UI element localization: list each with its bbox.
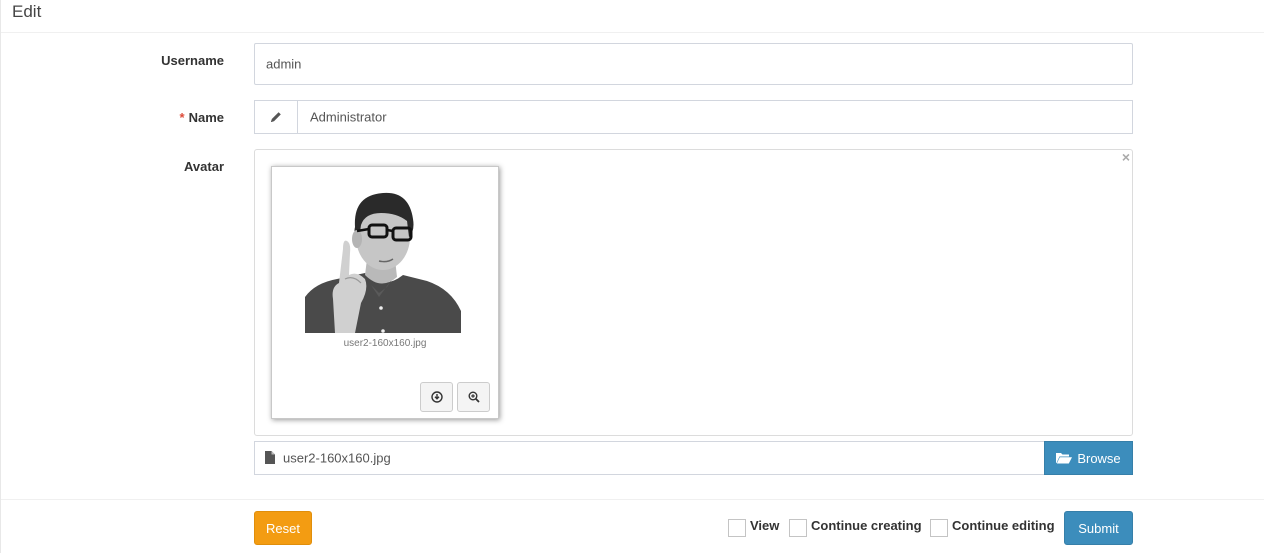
close-icon[interactable]: × (1122, 150, 1130, 164)
username-input[interactable]: admin (254, 43, 1133, 85)
avatar-thumbnail-frame: user2-160x160.jpg (271, 166, 499, 419)
avatar-label: Avatar (1, 159, 224, 174)
zoom-in-icon (468, 391, 480, 403)
required-mark: * (179, 110, 185, 125)
name-addon (255, 101, 298, 133)
name-input-group: Administrator (254, 100, 1133, 134)
browse-label: Browse (1077, 450, 1121, 466)
footer-divider (1, 499, 1264, 500)
pencil-icon (271, 112, 281, 122)
username-label: Username (1, 53, 224, 68)
avatar-caption: user2-160x160.jpg (343, 338, 427, 349)
file-name: user2-160x160.jpg (283, 450, 391, 466)
name-label: * Name (1, 110, 224, 125)
download-button[interactable] (420, 382, 453, 412)
page-title: Edit (12, 2, 42, 21)
zoom-button[interactable] (457, 382, 490, 412)
name-value: Administrator (310, 109, 387, 125)
file-icon (265, 451, 275, 464)
checkbox-label: Continue editing (952, 517, 1055, 533)
name-label-text: Name (188, 110, 224, 125)
username-value: admin (266, 56, 302, 72)
browse-button[interactable]: Browse (1044, 441, 1133, 475)
checkbox-box[interactable] (728, 519, 746, 537)
download-icon (430, 391, 443, 403)
continue-editing-checkbox[interactable]: Continue editing (930, 517, 1055, 537)
folder-open-icon (1056, 453, 1073, 464)
checkbox-box[interactable] (930, 519, 948, 537)
avatar-image (305, 179, 461, 333)
checkbox-box[interactable] (789, 519, 807, 537)
box-header: Edit (1, 0, 1264, 33)
submit-button[interactable]: Submit (1064, 511, 1133, 545)
name-input[interactable]: Administrator (298, 100, 1134, 134)
avatar-label-text: Avatar (184, 159, 224, 174)
reset-button[interactable]: Reset (254, 511, 312, 545)
view-checkbox[interactable]: View (728, 517, 780, 537)
checkbox-label: View (750, 517, 780, 533)
checkbox-label: Continue creating (811, 517, 922, 533)
avatar-file-input[interactable]: user2-160x160.jpg (254, 441, 1045, 475)
continue-creating-checkbox[interactable]: Continue creating (789, 517, 922, 537)
edit-form-box: Edit Username admin * Name Administrator … (0, 0, 1264, 553)
avatar-preview-panel: × user2-160x160.jpg (254, 149, 1133, 436)
username-label-text: Username (161, 53, 224, 68)
